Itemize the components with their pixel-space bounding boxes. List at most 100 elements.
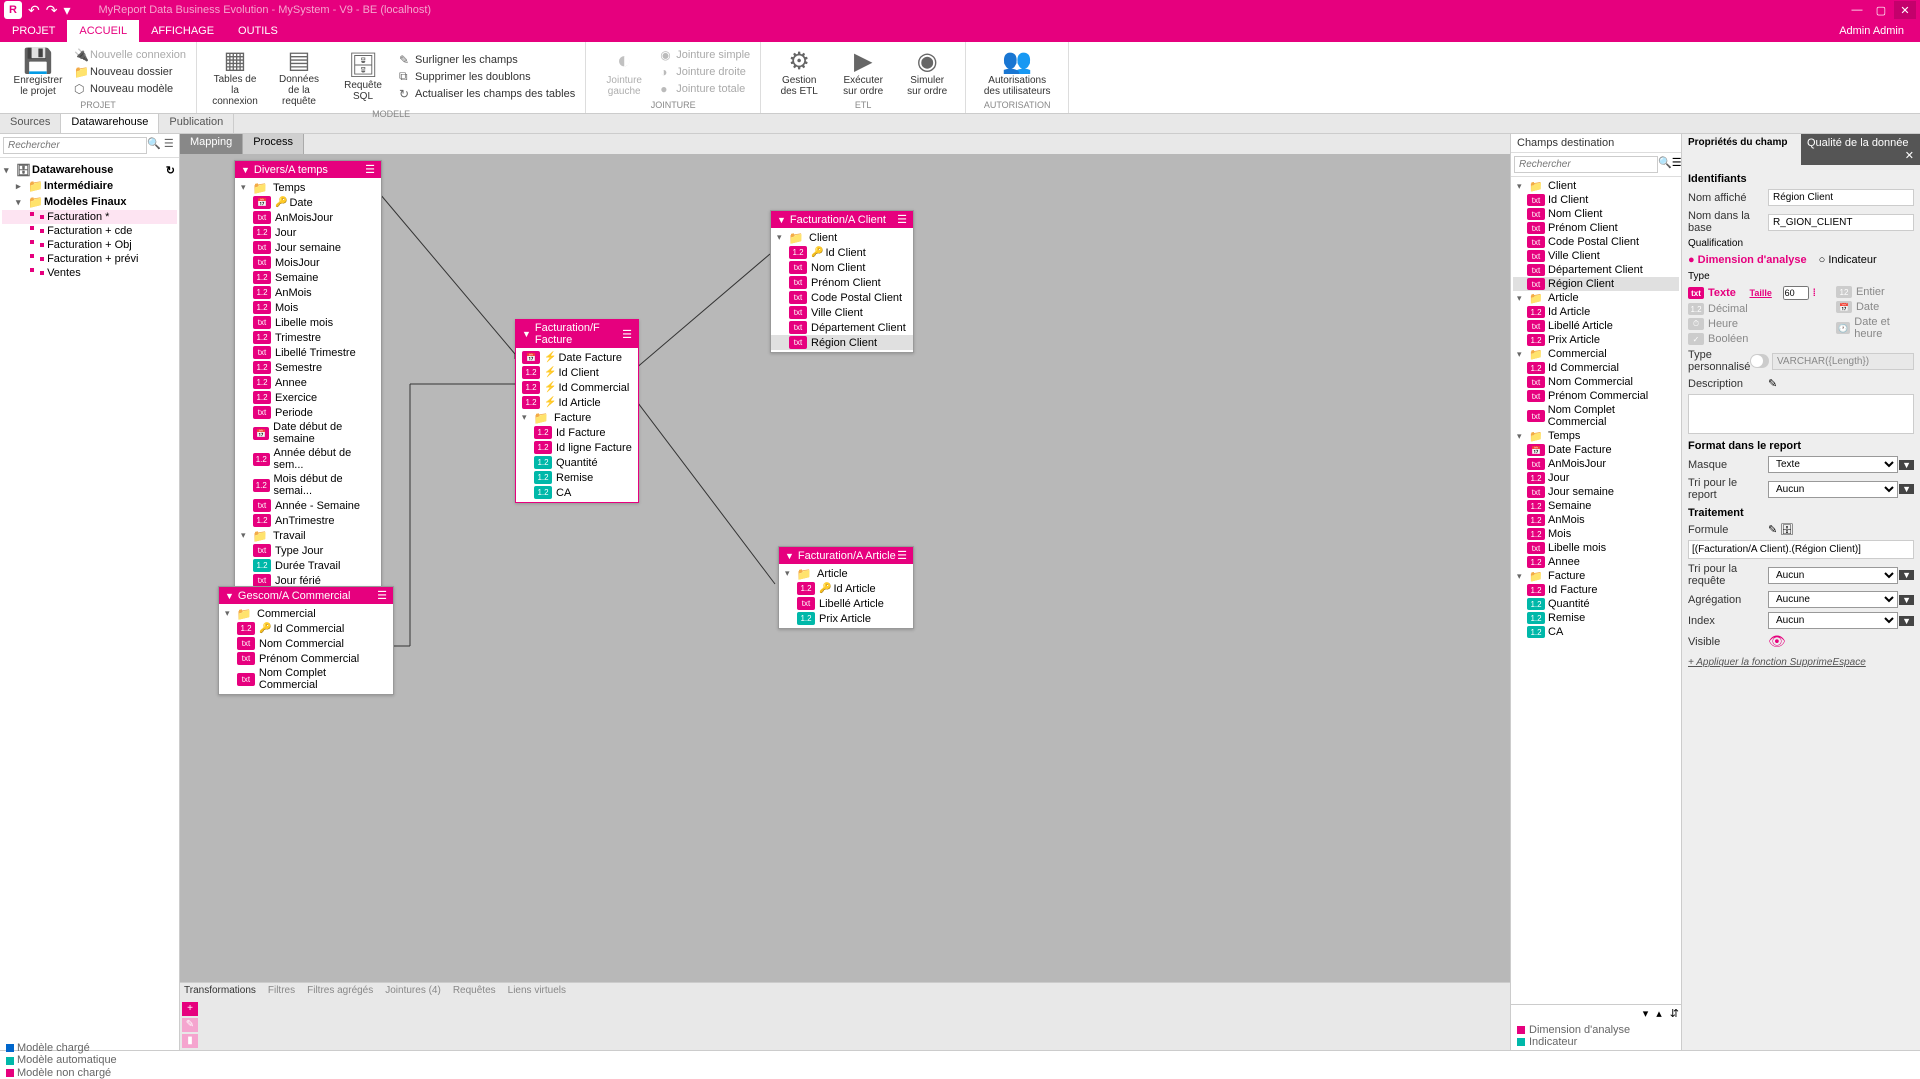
field-row[interactable]: txtNom Commercial [219,636,393,651]
search-icon[interactable]: 🔍 [1658,156,1672,173]
field-row[interactable]: 1.2AnMois [235,285,381,300]
dest-field[interactable]: txtNom Commercial [1513,375,1679,389]
collapse-icon[interactable]: ▾ [1643,1007,1649,1020]
menu-icon[interactable]: ☰ [162,137,177,154]
field-row[interactable]: txtType Jour [235,543,381,558]
node-commercial[interactable]: ▼Gescom/A Commercial☰ ▾📁Commercial 1.2🔑I… [218,586,394,695]
field-row[interactable]: 1.2⚡Id Commercial [516,380,638,395]
add-button[interactable]: + [182,1002,198,1016]
dest-field[interactable]: txtVille Client [1513,249,1679,263]
node-facture[interactable]: ▼Facturation/F Facture☰ 📅⚡Date Facture1.… [515,319,639,503]
field-row[interactable]: 1.2Mois début de semai... [235,472,381,498]
tab-requetes[interactable]: Requêtes [453,985,496,998]
dest-field[interactable]: txtDépartement Client [1513,263,1679,277]
field-row[interactable]: txtCode Postal Client [771,290,913,305]
tab-proprietes[interactable]: Propriétés du champ [1682,134,1801,165]
type-decimal[interactable]: 1.2Décimal [1688,303,1816,315]
close-button[interactable]: ✕ [1894,1,1916,19]
node-menu-icon[interactable]: ☰ [365,163,375,176]
agregation-select[interactable]: Aucune [1768,591,1898,608]
field-row[interactable]: 1.2Id ligne Facture [516,440,638,455]
type-perso-toggle[interactable] [1750,354,1769,368]
field-row[interactable]: txtAnMoisJour [235,210,381,225]
tree-root[interactable]: ▾🗄Datawarehouse↻ [2,162,177,178]
field-row[interactable]: txtRégion Client [771,335,913,350]
new-connection-button[interactable]: 🔌Nouvelle connexion [70,47,190,64]
tab-accueil[interactable]: ACCUEIL [67,20,139,42]
dest-field[interactable]: 1.2Quantité [1513,597,1679,611]
minimize-button[interactable]: — [1846,1,1868,19]
dest-group[interactable]: ▾📁Article [1513,291,1679,305]
type-booleen[interactable]: ✓Booléen [1688,333,1816,345]
field-row[interactable]: 1.2Remise [516,470,638,485]
highlight-button[interactable]: ✎Surligner les champs [395,51,579,68]
sql-button[interactable]: 🗄Requête SQL [331,44,395,109]
nom-base-input[interactable] [1768,214,1914,231]
field-row[interactable]: 1.2⚡Id Client [516,365,638,380]
dest-group[interactable]: ▾📁Facture [1513,569,1679,583]
maximize-button[interactable]: ▢ [1870,1,1892,19]
dest-field[interactable]: 1.2Jour [1513,471,1679,485]
field-row[interactable]: 1.2🔑Id Commercial [219,621,393,636]
dest-field[interactable]: 1.2Remise [1513,611,1679,625]
field-row[interactable]: txtNom Client [771,260,913,275]
tab-outils[interactable]: OUTILS [226,20,290,42]
field-row[interactable]: 1.2🔑Id Client [771,245,913,260]
field-row[interactable]: 1.2AnTrimestre [235,513,381,528]
node-temps[interactable]: ▼Divers/A temps☰ ▾📁Temps 📅🔑DatetxtAnMois… [234,160,382,591]
simulate-button[interactable]: ◉Simuler sur ordre [895,44,959,100]
dest-search-input[interactable] [1514,156,1658,173]
field-row[interactable]: txtVille Client [771,305,913,320]
node-article[interactable]: ▼Facturation/A Article☰ ▾📁Article 1.2🔑Id… [778,546,914,629]
dest-field[interactable]: 1.2CA [1513,625,1679,639]
join-left-button[interactable]: ◐Jointure gauche [592,44,656,100]
dest-field[interactable]: 1.2Id Article [1513,305,1679,319]
dest-field[interactable]: 1.2Prix Article [1513,333,1679,347]
field-row[interactable]: txtPrénom Commercial [219,651,393,666]
sort-icon[interactable]: ⇵ [1670,1007,1679,1020]
dest-field[interactable]: txtLibelle mois [1513,541,1679,555]
type-datetime[interactable]: 🕐Date et heure [1836,316,1914,340]
refresh-button[interactable]: ↻Actualiser les champs des tables [395,85,579,102]
undo-icon[interactable]: ↶ [28,2,40,19]
dest-field[interactable]: 1.2AnMois [1513,513,1679,527]
field-row[interactable]: 1.2Année début de sem... [235,446,381,472]
tab-affichage[interactable]: AFFICHAGE [139,20,226,42]
dest-field[interactable]: txtNom Complet Commercial [1513,403,1679,429]
data-button[interactable]: ▤Données de la requête [267,44,331,109]
field-row[interactable]: 1.2Durée Travail [235,558,381,573]
dest-group[interactable]: ▾📁Commercial [1513,347,1679,361]
dest-field[interactable]: txtLibellé Article [1513,319,1679,333]
search-icon[interactable]: 🔍 [147,137,162,154]
join-simple-button[interactable]: ◉Jointure simple [656,47,754,64]
tree-model-item[interactable]: Facturation * [2,210,177,224]
tab-process[interactable]: Process [243,134,304,154]
dest-field[interactable]: 1.2Id Facture [1513,583,1679,597]
tab-jointures[interactable]: Jointures (4) [385,985,441,998]
field-row[interactable]: txtPrénom Client [771,275,913,290]
edit-button[interactable]: ✎ [182,1018,198,1032]
tab-datawarehouse[interactable]: Datawarehouse [61,114,159,133]
field-row[interactable]: txtLibellé Article [779,596,913,611]
tree-model-item[interactable]: Facturation + cde [2,224,177,238]
index-select[interactable]: Aucun [1768,612,1898,629]
field-row[interactable]: 1.2Trimestre [235,330,381,345]
tree-model-item[interactable]: Ventes [2,266,177,280]
type-heure[interactable]: ⏱Heure [1688,318,1816,330]
close-icon[interactable]: ✕ [1905,149,1914,162]
db-icon[interactable]: 🗄 [1780,523,1794,536]
new-folder-button[interactable]: 📁Nouveau dossier [70,64,190,81]
sidebar-search-input[interactable] [3,137,147,154]
dest-group[interactable]: ▾📁Temps [1513,429,1679,443]
tree-intermediaire[interactable]: ▸📁Intermédiaire [2,178,177,194]
node-menu-icon[interactable]: ☰ [622,328,632,341]
redo-icon[interactable]: ↷ [46,2,58,19]
field-row[interactable]: 📅Date début de semaine [235,420,381,446]
auth-button[interactable]: 👥Autorisations des utilisateurs [972,44,1062,100]
field-row[interactable]: 1.2Semaine [235,270,381,285]
field-row[interactable]: 📅🔑Date [235,195,381,210]
dest-field[interactable]: txtAnMoisJour [1513,457,1679,471]
field-row[interactable]: txtPeriode [235,405,381,420]
field-row[interactable]: 1.2Mois [235,300,381,315]
tab-transformations[interactable]: Transformations [184,985,256,998]
